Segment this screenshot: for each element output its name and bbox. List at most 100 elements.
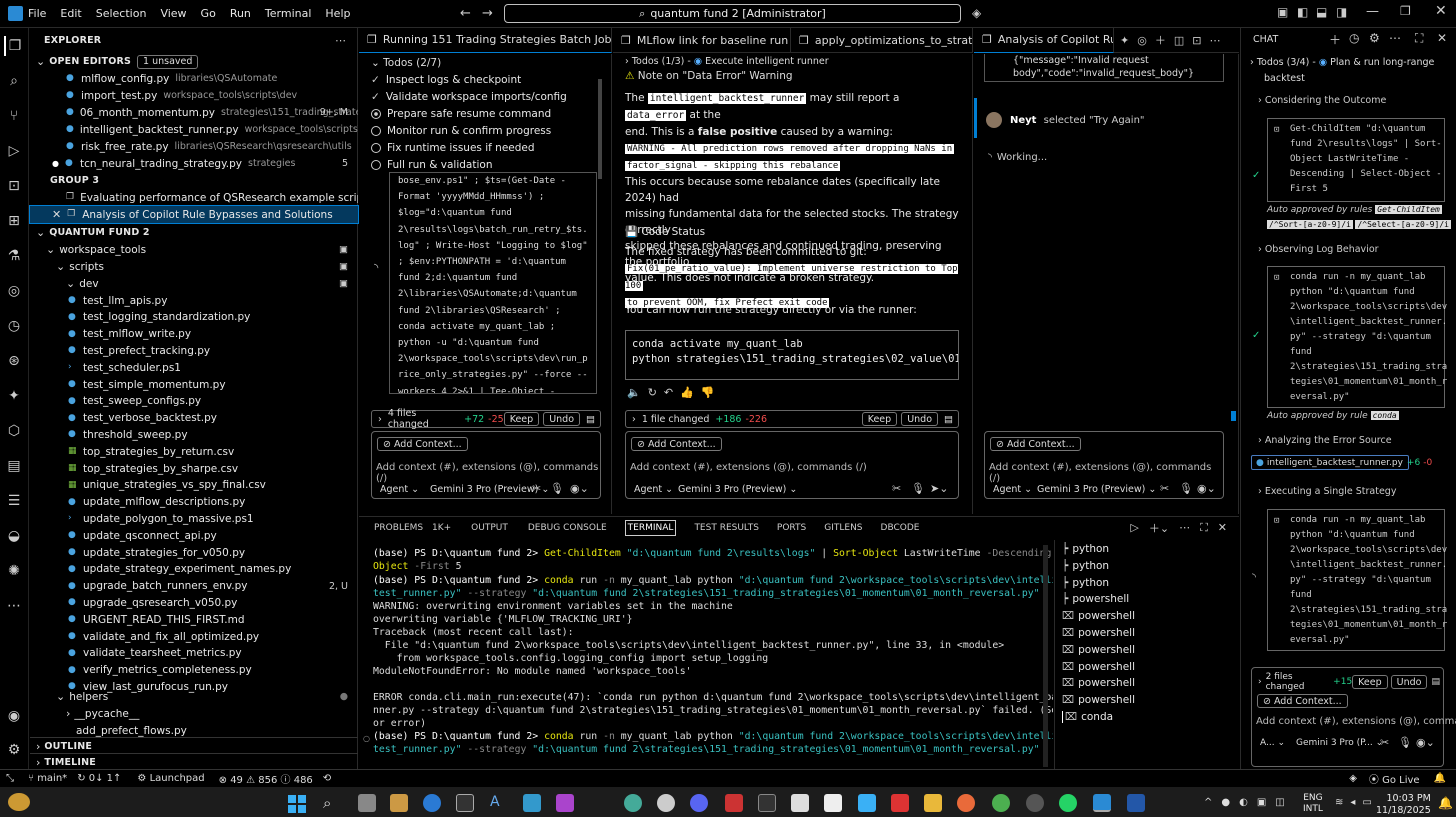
menu-edit[interactable]: Edit bbox=[60, 7, 81, 20]
maximize-icon[interactable]: ⛶ bbox=[1415, 31, 1423, 46]
add-context-button[interactable]: ⊘ Add Context... bbox=[377, 437, 468, 451]
undo-button[interactable]: Undo bbox=[901, 412, 939, 426]
copilot-icon[interactable]: ◎ bbox=[1137, 34, 1147, 47]
thumbs-down-icon[interactable]: 👎 bbox=[701, 386, 722, 399]
app-icon[interactable] bbox=[957, 794, 975, 812]
file-item[interactable]: › update_polygon_to_massive.ps1 bbox=[30, 510, 358, 527]
step-heading[interactable]: › Executing a Single Strategy bbox=[1258, 486, 1396, 497]
chat-input-box[interactable]: ⊘ Add Context... Add context (#), extensi… bbox=[371, 431, 601, 499]
settings-gear-icon[interactable]: ⚙ bbox=[1369, 31, 1380, 45]
tab-gitlens[interactable]: GITLENS bbox=[824, 523, 862, 533]
model-dropdown[interactable]: Gemini 3 Pro (P... ⌄ bbox=[1296, 738, 1383, 748]
file-item[interactable]: ● test_prefect_tracking.py bbox=[30, 342, 358, 359]
file-item[interactable]: ● validate_tearsheet_metrics.py bbox=[30, 645, 358, 662]
new-chat-icon[interactable]: ＋ bbox=[1155, 32, 1166, 48]
tab-output[interactable]: OUTPUT bbox=[471, 523, 508, 533]
timeline-header[interactable]: › TIMELINE bbox=[30, 753, 358, 770]
tab-running-batch[interactable]: ❐ Running 151 Trading Strategies Batch Jo… bbox=[359, 27, 612, 53]
docker-icon[interactable]: ⊛ bbox=[4, 351, 24, 371]
terminal-instance[interactable]: ⌧ conda bbox=[1062, 711, 1113, 723]
toggle-secondary-sidebar-icon[interactable]: ◨ bbox=[1336, 5, 1347, 19]
undo-icon[interactable]: ↶ bbox=[664, 386, 680, 399]
gitlens-icon[interactable]: ◎ bbox=[4, 281, 24, 301]
history-icon[interactable]: ◷ bbox=[1349, 31, 1359, 45]
model-dropdown[interactable]: Gemini 3 Pro (Preview) ⌄ bbox=[1037, 484, 1156, 495]
azure-icon[interactable]: A bbox=[490, 794, 508, 812]
terminal-instance[interactable]: ⌧ powershell bbox=[1062, 644, 1135, 656]
account-icon[interactable]: ◉ bbox=[4, 706, 24, 726]
ports-icon[interactable]: ⟲ bbox=[323, 773, 331, 784]
search-icon[interactable]: ⌕ bbox=[323, 794, 331, 812]
chrome-icon[interactable] bbox=[992, 794, 1010, 812]
command-center-search[interactable]: ⌕ quantum fund 2 [Administrator] bbox=[504, 4, 961, 23]
settings-gear-icon[interactable]: ⚙ bbox=[4, 740, 24, 760]
menu-view[interactable]: View bbox=[160, 7, 186, 20]
timeline-icon[interactable]: ◷ bbox=[4, 316, 24, 336]
terminal-instance[interactable]: ┝ python bbox=[1062, 577, 1109, 589]
file-item[interactable]: ● update_qsconnect_api.py bbox=[30, 527, 358, 544]
open-editor-item[interactable]: ● ● tcn_neural_trading_strategy.py strategi… bbox=[30, 155, 358, 172]
folder-scripts[interactable]: ⌄ scripts ▣ bbox=[30, 258, 358, 275]
file-item[interactable]: ● threshold_sweep.py bbox=[30, 426, 358, 443]
terminal-instance[interactable]: ⌧ powershell bbox=[1062, 610, 1135, 622]
open-editors-header[interactable]: ⌄ OPEN EDITORS 1 unsaved bbox=[30, 53, 358, 70]
terminal-instance[interactable]: ┝ powershell bbox=[1062, 593, 1129, 605]
sparkle-icon[interactable]: ✦ bbox=[1120, 34, 1129, 47]
more-actions-icon[interactable]: ⋯ bbox=[335, 34, 346, 47]
new-terminal-icon[interactable]: ＋⌄ bbox=[1149, 520, 1169, 536]
whatsapp-icon[interactable] bbox=[1059, 794, 1077, 812]
file-item[interactable]: ● test_simple_momentum.py bbox=[30, 376, 358, 393]
app-icon[interactable] bbox=[758, 794, 776, 812]
outline-header[interactable]: › OUTLINE bbox=[30, 737, 358, 754]
thumbs-up-icon[interactable]: 👍 bbox=[680, 386, 701, 399]
mic-icon[interactable]: 🎙 bbox=[911, 482, 925, 495]
go-live-button[interactable]: ⦿ Go Live bbox=[1369, 771, 1420, 786]
run-debug-icon[interactable]: ▷ bbox=[4, 141, 24, 161]
group-item[interactable]: ❐ Evaluating performance of QSResearch ex… bbox=[30, 189, 358, 206]
copilot-sparkle-icon[interactable]: ✦ bbox=[4, 386, 24, 406]
tab-mlflow-link[interactable]: ❐ MLflow link for baseline run ID bbox=[613, 27, 791, 53]
folder-workspace-tools[interactable]: ⌄ workspace_tools ▣ bbox=[30, 241, 358, 258]
todos-header[interactable]: ⌄ Todos (2/7) bbox=[371, 57, 441, 69]
split-icon[interactable]: ◫ bbox=[1174, 34, 1184, 47]
project-header[interactable]: ⌄ QUANTUM FUND 2 bbox=[30, 224, 358, 241]
menu-run[interactable]: Run bbox=[230, 7, 251, 20]
chat-sidebar-input[interactable]: › 2 files changed +15 Keep Undo ▤ ⊘ Add Contex… bbox=[1251, 667, 1456, 767]
terminal-instance[interactable]: ⌧ powershell bbox=[1062, 677, 1135, 689]
chat-input-placeholder[interactable]: Add context (#), extensions (@), command… bbox=[376, 462, 600, 484]
step-heading[interactable]: › Observing Log Behavior bbox=[1258, 244, 1379, 255]
scrollbar[interactable] bbox=[598, 79, 602, 179]
app-icon[interactable] bbox=[456, 794, 474, 812]
files-changed-bar[interactable]: › 1 file changed +186 -226 Keep Undo ▤ bbox=[625, 410, 959, 428]
problems-indicator[interactable]: ⊗ 49 ⚠ 856 ⓘ 486 bbox=[219, 771, 313, 786]
toggle-sidebar-icon[interactable]: ◧ bbox=[1297, 5, 1308, 19]
tools-icon[interactable]: ✂ bbox=[892, 482, 901, 495]
file-item[interactable]: ● test_llm_apis.py bbox=[30, 292, 358, 309]
database-icon[interactable]: ☰ bbox=[4, 491, 24, 511]
input-language[interactable]: ENG INTL bbox=[1303, 793, 1323, 815]
menu-terminal[interactable]: Terminal bbox=[265, 7, 312, 20]
chat-input-placeholder[interactable]: Add context (#), extensions (@), command… bbox=[630, 462, 867, 473]
app-icon[interactable] bbox=[858, 794, 876, 812]
terminal-output[interactable]: (base) PS D:\quantum fund 2> Get-ChildIt… bbox=[359, 540, 1053, 769]
tab-ports[interactable]: PORTS bbox=[777, 523, 806, 533]
mic-icon[interactable]: 🎙 bbox=[1179, 482, 1193, 495]
files-changed-bar[interactable]: › 2 files changed +15 Keep Undo ▤ bbox=[1258, 672, 1440, 692]
extensions-icon[interactable]: ⊞ bbox=[4, 211, 24, 231]
app-icon[interactable] bbox=[725, 794, 743, 812]
tradingview-icon[interactable] bbox=[824, 794, 842, 812]
file-item[interactable]: ● upgrade_batch_runners_env.py 2, U bbox=[30, 578, 358, 595]
more-icon[interactable]: ⋯ bbox=[1389, 31, 1401, 45]
mic-icon[interactable]: 🎙 bbox=[550, 482, 564, 495]
files-changed-bar[interactable]: › 4 files changed +72 -25 Keep Undo ▤ bbox=[371, 408, 601, 430]
weather-icon[interactable] bbox=[8, 793, 30, 811]
chat-input-placeholder[interactable]: Add context (#), extensions (@), command… bbox=[989, 462, 1223, 484]
mic-icon[interactable]: 🎙 bbox=[1398, 736, 1412, 749]
pdf-icon[interactable] bbox=[891, 794, 909, 812]
keep-button[interactable]: Keep bbox=[503, 412, 540, 426]
agent-mode-dropdown[interactable]: Agent ⌄ bbox=[380, 484, 419, 495]
chat-input-box[interactable]: ⊘ Add Context... Add context (#), extensi… bbox=[984, 431, 1224, 499]
forward-arrow-icon[interactable]: → bbox=[482, 6, 493, 21]
menu-go[interactable]: Go bbox=[201, 7, 216, 20]
chat-input-placeholder[interactable]: Add context (#), extensions (@), command bbox=[1256, 716, 1456, 727]
